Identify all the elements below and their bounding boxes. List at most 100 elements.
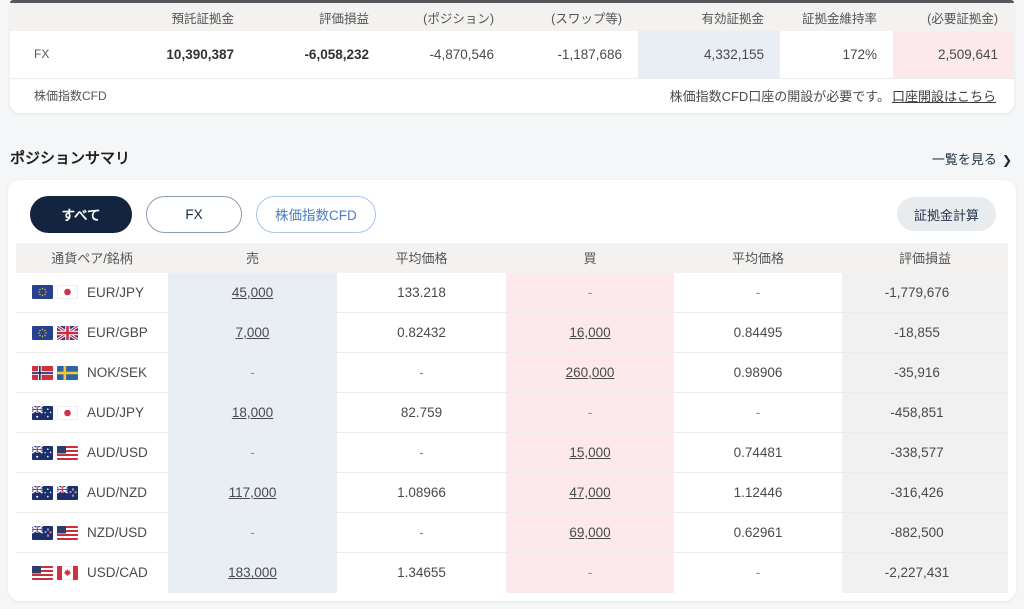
- pair-cell: EUR/JPY: [16, 273, 168, 313]
- pnl-value: -18,855: [842, 313, 1008, 353]
- view-all-label: 一覧を見る: [932, 152, 997, 167]
- flag-au-icon: [32, 406, 53, 420]
- buy-qty-cell: 16,000: [506, 313, 674, 353]
- sell-avg-price: -: [337, 433, 506, 473]
- buy-quantity-link[interactable]: 47,000: [569, 485, 610, 500]
- pair-cell: AUD/JPY: [16, 393, 168, 433]
- pair-name: NOK/SEK: [87, 365, 147, 380]
- pair-flags: [32, 486, 78, 500]
- buy-avg-price: 1.12446: [674, 473, 842, 513]
- pair-cell: NZD/USD: [16, 513, 168, 553]
- account-row-cfd: 株価指数CFD 株価指数CFD口座の開設が必要です。口座開設はこちら: [10, 79, 1014, 113]
- sell-qty-cell: 7,000: [168, 313, 337, 353]
- account-table: 預託証拠金 評価損益 (ポジション) (スワップ等) 有効証拠金 証拠金維持率 …: [10, 3, 1014, 79]
- pair-cell: AUD/USD: [16, 433, 168, 473]
- flag-eu-icon: [32, 326, 53, 340]
- pnl-value: -882,500: [842, 513, 1008, 553]
- position-summary-card: すべて FX 株価指数CFD 証拠金計算 通貨ペア/銘柄 売 平均価格 買 平均…: [8, 180, 1016, 601]
- pair-cell: NOK/SEK: [16, 353, 168, 393]
- col-header-effective-margin: 有効証拠金: [638, 3, 780, 31]
- buy-avg-price: -: [674, 393, 842, 433]
- deposit-margin-value: 10,390,387: [150, 31, 250, 78]
- buy-qty-cell: -: [506, 393, 674, 433]
- open-account-link[interactable]: 口座開設はこちら: [892, 89, 996, 104]
- pnl-value: -316,426: [842, 473, 1008, 513]
- pair-flags: [32, 526, 78, 540]
- chevron-right-icon: ❯: [1002, 153, 1012, 167]
- pair-name: AUD/NZD: [87, 485, 147, 500]
- buy-avg-price: 0.84495: [674, 313, 842, 353]
- pair-name: USD/CAD: [87, 565, 148, 580]
- col-header-sell-avg-price: 平均価格: [337, 243, 506, 273]
- col-header-buy-avg-price: 平均価格: [674, 243, 842, 273]
- sell-quantity-link[interactable]: 117,000: [229, 485, 277, 500]
- flag-us-icon: [32, 566, 53, 580]
- pair-flags: [32, 566, 78, 580]
- position-row: NOK/SEK--260,0000.98906-35,916: [16, 353, 1008, 393]
- sell-avg-price: 133.218: [337, 273, 506, 313]
- sell-avg-price: -: [337, 513, 506, 553]
- col-header-buy: 買: [506, 243, 674, 273]
- pair-name: EUR/JPY: [87, 285, 144, 300]
- flag-no-icon: [32, 366, 53, 380]
- buy-qty-cell: 69,000: [506, 513, 674, 553]
- sell-qty-cell: -: [168, 513, 337, 553]
- pair-flags: [32, 366, 78, 380]
- sell-quantity-empty: -: [250, 365, 255, 380]
- cfd-account-message: 株価指数CFD口座の開設が必要です。口座開設はこちら: [670, 86, 996, 105]
- col-header-sell: 売: [168, 243, 337, 273]
- flag-au-icon: [32, 486, 53, 500]
- buy-quantity-empty: -: [588, 285, 593, 300]
- pair-name: AUD/JPY: [87, 405, 144, 420]
- sell-avg-price: 0.82432: [337, 313, 506, 353]
- flag-gb-icon: [57, 326, 78, 340]
- flag-jp-icon: [57, 285, 78, 299]
- flag-eu-icon: [32, 285, 53, 299]
- col-header-pair: 通貨ペア/銘柄: [16, 243, 168, 273]
- position-pnl-value: -4,870,546: [385, 31, 510, 78]
- buy-quantity-empty: -: [588, 565, 593, 580]
- position-row: EUR/JPY45,000133.218---1,779,676: [16, 273, 1008, 313]
- sell-quantity-empty: -: [250, 525, 255, 540]
- sell-qty-cell: -: [168, 433, 337, 473]
- buy-quantity-link[interactable]: 260,000: [566, 365, 615, 380]
- buy-quantity-link[interactable]: 16,000: [569, 325, 610, 340]
- col-header-deposit-margin: 預託証拠金: [150, 3, 250, 31]
- tab-all[interactable]: すべて: [30, 196, 132, 233]
- buy-avg-price: 0.98906: [674, 353, 842, 393]
- pair-cell: USD/CAD: [16, 553, 168, 593]
- pnl-value: -1,779,676: [842, 273, 1008, 313]
- col-header-position: (ポジション): [385, 3, 510, 31]
- buy-quantity-link[interactable]: 69,000: [569, 525, 610, 540]
- buy-qty-cell: -: [506, 273, 674, 313]
- position-summary-title: ポジションサマリ: [10, 147, 130, 168]
- sell-quantity-link[interactable]: 183,000: [228, 565, 277, 580]
- buy-quantity-empty: -: [588, 405, 593, 420]
- sell-quantity-link[interactable]: 18,000: [232, 405, 273, 420]
- tab-index-cfd[interactable]: 株価指数CFD: [256, 196, 376, 233]
- sell-qty-cell: -: [168, 353, 337, 393]
- margin-calc-button[interactable]: 証拠金計算: [897, 197, 996, 231]
- sell-quantity-empty: -: [250, 445, 255, 460]
- view-all-link[interactable]: 一覧を見る ❯: [932, 149, 1012, 168]
- position-row: AUD/JPY18,00082.759---458,851: [16, 393, 1008, 433]
- tab-fx[interactable]: FX: [146, 196, 242, 233]
- sell-quantity-link[interactable]: 45,000: [232, 285, 273, 300]
- sell-qty-cell: 18,000: [168, 393, 337, 433]
- filter-tabs: すべて FX 株価指数CFD: [30, 196, 376, 233]
- account-header-row: 預託証拠金 評価損益 (ポジション) (スワップ等) 有効証拠金 証拠金維持率 …: [10, 3, 1014, 31]
- col-header-margin-ratio: 証拠金維持率: [780, 3, 893, 31]
- buy-quantity-link[interactable]: 15,000: [569, 445, 610, 460]
- account-summary-card: 預託証拠金 評価損益 (ポジション) (スワップ等) 有効証拠金 証拠金維持率 …: [10, 0, 1014, 113]
- buy-avg-price: -: [674, 553, 842, 593]
- pnl-value: -2,227,431: [842, 553, 1008, 593]
- cfd-open-required-text: 株価指数CFD口座の開設が必要です。: [670, 89, 890, 104]
- pair-flags: [32, 285, 78, 299]
- col-header-valuation-pnl: 評価損益: [250, 3, 385, 31]
- pair-flags: [32, 406, 78, 420]
- pair-name: NZD/USD: [87, 525, 147, 540]
- sell-quantity-link[interactable]: 7,000: [236, 325, 270, 340]
- sell-qty-cell: 45,000: [168, 273, 337, 313]
- account-row-fx: FX 10,390,387 -6,058,232 -4,870,546 -1,1…: [10, 31, 1014, 78]
- required-margin-value: 2,509,641: [893, 31, 1014, 78]
